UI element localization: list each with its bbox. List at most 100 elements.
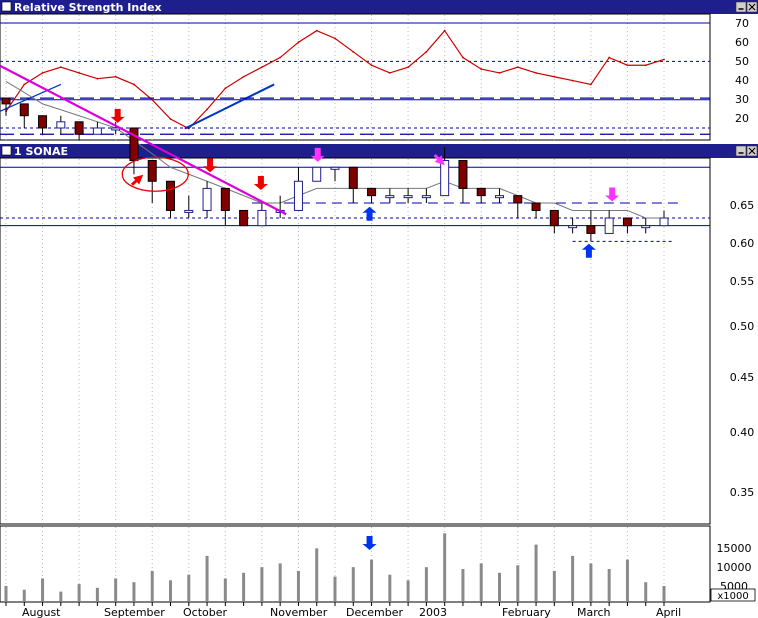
volume-bar bbox=[4, 585, 8, 601]
price-bar bbox=[330, 166, 340, 170]
rsi-data-point bbox=[498, 72, 501, 74]
price-bar bbox=[385, 195, 395, 199]
volume-bar bbox=[388, 574, 392, 601]
volume-bar bbox=[516, 565, 520, 601]
rsi-data-point bbox=[480, 68, 483, 70]
rsi-data-point bbox=[608, 56, 611, 59]
price-bar bbox=[549, 209, 559, 227]
volume-bar bbox=[315, 548, 319, 601]
volume-bar bbox=[370, 559, 374, 601]
volume-bar bbox=[242, 572, 246, 601]
rsi-tick-label-60: 60 bbox=[735, 36, 749, 49]
volume-bar bbox=[406, 580, 410, 601]
rsi-data-point bbox=[334, 37, 336, 40]
price-bar bbox=[184, 209, 194, 213]
rsi-data-point bbox=[169, 118, 172, 120]
price-bar bbox=[421, 195, 431, 199]
price-title-bar bbox=[0, 144, 758, 158]
price-tick-label-035: 0.35 bbox=[730, 486, 755, 499]
volume-bar bbox=[296, 570, 300, 601]
price-bar bbox=[166, 180, 175, 211]
price-bar bbox=[293, 180, 303, 211]
volume-bar bbox=[169, 580, 172, 601]
price-bar bbox=[38, 115, 48, 129]
volume-bar bbox=[479, 563, 483, 601]
rsi-tick-label-30: 30 bbox=[735, 93, 749, 106]
volume-bar bbox=[644, 582, 648, 601]
volume-bar bbox=[77, 584, 81, 601]
rsi-data-point bbox=[516, 66, 519, 69]
rsi-data-point bbox=[297, 41, 300, 44]
price-bar bbox=[202, 187, 212, 211]
price-bar bbox=[458, 159, 468, 189]
price-bar bbox=[622, 217, 632, 227]
price-minimize-button[interactable] bbox=[735, 145, 747, 157]
rsi-data-point bbox=[571, 79, 574, 82]
rsi-panel-title: Relative Strength Index bbox=[14, 1, 162, 14]
rsi-window-icon[interactable] bbox=[1, 1, 12, 12]
x-axis-month-label-december: December bbox=[346, 606, 404, 618]
price-bar bbox=[513, 195, 523, 204]
volume-bar bbox=[662, 585, 666, 601]
volume-bar bbox=[150, 570, 154, 601]
price-tick-label-040: 0.40 bbox=[730, 426, 755, 439]
rsi-data-point bbox=[535, 72, 537, 74]
price-tick-label-060: 0.60 bbox=[730, 237, 755, 250]
volume-bar bbox=[443, 533, 447, 601]
price-bar bbox=[440, 159, 450, 197]
stock-chart: Relative Strength Index 70 60 50 40 30 2… bbox=[0, 0, 758, 618]
price-bar bbox=[531, 202, 541, 211]
rsi-data-point bbox=[59, 66, 62, 69]
volume-bar bbox=[114, 578, 118, 601]
volume-tick-label-15000: 15000 bbox=[717, 542, 752, 555]
price-window-icon[interactable] bbox=[1, 145, 12, 156]
price-tick-label-065: 0.65 bbox=[730, 199, 755, 212]
rsi-data-point bbox=[242, 75, 245, 78]
rsi-data-point bbox=[224, 87, 227, 90]
volume-bar bbox=[260, 567, 264, 601]
price-bar bbox=[568, 225, 578, 229]
price-panel-title: 1 SONAE bbox=[14, 145, 68, 158]
rsi-data-point bbox=[553, 75, 556, 78]
price-bar bbox=[74, 121, 84, 135]
rsi-data-point bbox=[425, 50, 428, 53]
rsi-data-point bbox=[260, 66, 263, 69]
rsi-data-point bbox=[462, 56, 464, 59]
price-bar bbox=[19, 103, 29, 117]
x-axis-month-label-march: March bbox=[577, 606, 611, 618]
price-bar bbox=[1, 97, 11, 105]
volume-bar bbox=[625, 559, 629, 601]
price-bar bbox=[586, 225, 596, 234]
volume-bar bbox=[333, 576, 337, 601]
volume-bar bbox=[552, 570, 556, 601]
price-bar bbox=[239, 209, 249, 227]
rsi-data-point bbox=[352, 50, 355, 53]
price-bar bbox=[312, 166, 322, 182]
rsi-tick-label-20: 20 bbox=[735, 112, 749, 125]
price-bar bbox=[659, 217, 669, 227]
price-bar bbox=[641, 225, 651, 229]
price-bar bbox=[257, 209, 267, 227]
price-bar bbox=[403, 195, 413, 199]
x-axis-month-label-september: September bbox=[104, 606, 165, 618]
rsi-minimize-button[interactable] bbox=[735, 1, 747, 13]
volume-bar bbox=[205, 555, 209, 601]
volume-unit-label: x1000 bbox=[717, 591, 748, 602]
volume-bar bbox=[424, 567, 428, 601]
volume-bar bbox=[607, 569, 611, 601]
price-bar bbox=[220, 187, 230, 211]
rsi-tick-label-70: 70 bbox=[735, 17, 749, 30]
volume-bar bbox=[132, 582, 136, 601]
volume-tick-label-10000: 10000 bbox=[717, 561, 752, 574]
rsi-data-point bbox=[96, 77, 99, 80]
volume-bar bbox=[534, 544, 538, 601]
volume-bar bbox=[498, 572, 501, 601]
rsi-data-point bbox=[78, 72, 81, 74]
x-axis-month-label-november: November bbox=[270, 606, 328, 618]
price-bar bbox=[92, 127, 102, 135]
price-bar bbox=[348, 166, 358, 189]
rsi-data-point bbox=[315, 29, 318, 32]
x-axis-month-label-august: August bbox=[22, 606, 61, 618]
volume-bar bbox=[351, 567, 355, 601]
volume-bar bbox=[223, 578, 227, 601]
